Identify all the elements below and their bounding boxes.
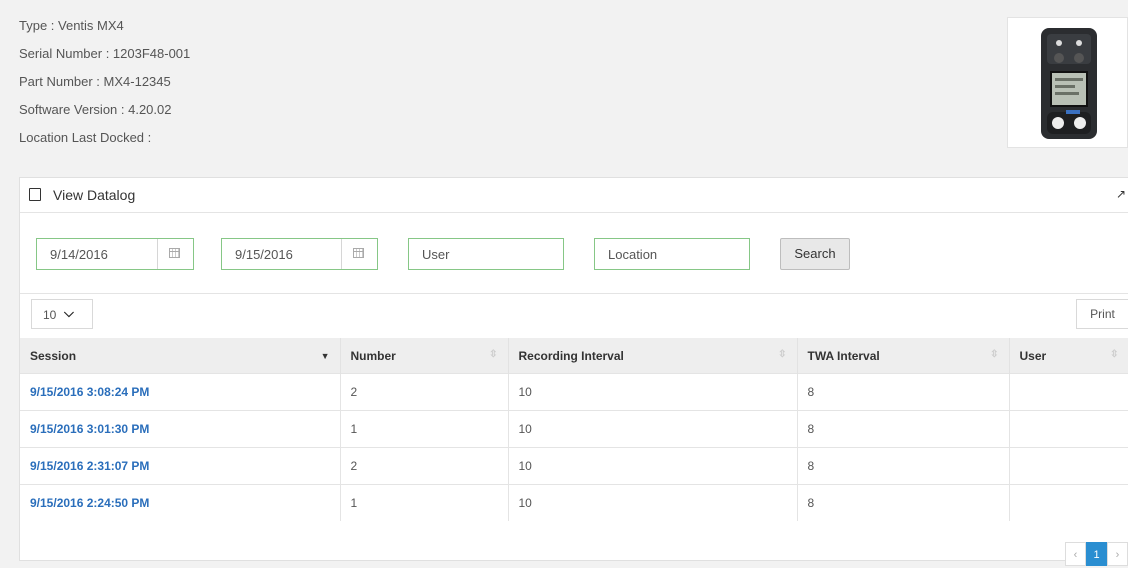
location-filter-placeholder: Location: [608, 247, 658, 262]
calendar-icon: [169, 248, 180, 258]
user-filter-input[interactable]: User: [408, 238, 564, 270]
end-date-value[interactable]: 9/15/2016: [235, 247, 293, 262]
part-number: Part Number : MX4-12345: [19, 74, 171, 89]
number-cell: 1: [340, 410, 509, 448]
session-link[interactable]: 9/15/2016 3:08:24 PM: [20, 373, 341, 411]
start-date-value[interactable]: 9/14/2016: [50, 247, 108, 262]
column-header-user[interactable]: User ⇳: [1009, 338, 1128, 374]
prev-page-button[interactable]: ‹: [1065, 542, 1086, 566]
page-size-select[interactable]: 10 ⌵: [31, 299, 93, 329]
user-cell: [1009, 484, 1128, 521]
twa-interval-cell: 8: [797, 410, 1010, 448]
session-link[interactable]: 9/15/2016 2:31:07 PM: [20, 447, 341, 485]
table-row: 9/15/2016 3:08:24 PM 2 10 8: [20, 373, 1128, 411]
column-label: User: [1019, 348, 1047, 363]
table-header-row: Session ▼ Number ⇳ Recording Interval ⇳ …: [20, 338, 1128, 374]
end-date-field[interactable]: 9/15/2016: [221, 238, 378, 270]
number-cell: 1: [340, 484, 509, 521]
recording-interval-cell: 10: [508, 484, 798, 521]
user-cell: [1009, 410, 1128, 448]
table-row: 9/15/2016 2:24:50 PM 1 10 8: [20, 484, 1128, 521]
location-last-docked: Location Last Docked :: [19, 130, 152, 145]
sort-icon: ⇳: [990, 349, 999, 360]
software-version: Software Version : 4.20.02: [19, 102, 172, 117]
start-date-calendar-button[interactable]: [157, 239, 193, 269]
device-info: Type : Ventis MX4 Serial Number : 1203F4…: [19, 12, 190, 152]
tablet-icon: [29, 188, 41, 201]
user-cell: [1009, 447, 1128, 485]
session-link[interactable]: 9/15/2016 3:01:30 PM: [20, 410, 341, 448]
twa-interval-cell: 8: [797, 373, 1010, 411]
number-cell: 2: [340, 373, 509, 411]
table-row: 9/15/2016 3:01:30 PM 1 10 8: [20, 410, 1128, 448]
table-row: 9/15/2016 2:31:07 PM 2 10 8: [20, 447, 1128, 485]
expand-icon[interactable]: ↗: [1116, 187, 1126, 201]
user-cell: [1009, 373, 1128, 411]
gas-detector-icon: [1041, 28, 1097, 139]
sort-icon: ⇳: [1110, 349, 1119, 360]
serial-number: Serial Number : 1203F48-001: [19, 46, 191, 61]
calendar-icon: [353, 248, 364, 258]
device-type: Type : Ventis MX4: [19, 18, 124, 33]
datalog-panel: View Datalog ↗ 9/14/2016 9/15/2016 User …: [19, 177, 1128, 566]
page-size-value: 10: [43, 308, 57, 322]
column-label: Session: [30, 348, 77, 363]
search-button[interactable]: Search: [780, 238, 850, 270]
panel-header: View Datalog ↗: [20, 178, 1128, 213]
column-header-number[interactable]: Number ⇳: [340, 338, 509, 374]
sort-icon: ⇳: [778, 349, 787, 360]
datalog-table: Session ▼ Number ⇳ Recording Interval ⇳ …: [20, 338, 1128, 521]
start-date-field[interactable]: 9/14/2016: [36, 238, 194, 270]
session-link[interactable]: 9/15/2016 2:24:50 PM: [20, 484, 341, 521]
filter-bar: 9/14/2016 9/15/2016 User Location Search: [20, 213, 1128, 294]
end-date-calendar-button[interactable]: [341, 239, 377, 269]
twa-interval-cell: 8: [797, 484, 1010, 521]
sort-desc-icon: ▼: [320, 351, 330, 361]
column-label: Recording Interval: [518, 348, 624, 363]
column-label: TWA Interval: [807, 348, 880, 363]
twa-interval-cell: 8: [797, 447, 1010, 485]
chevron-down-icon: ⌵: [64, 305, 74, 320]
location-filter-input[interactable]: Location: [594, 238, 750, 270]
panel-title: View Datalog: [53, 187, 136, 203]
page-1-button[interactable]: 1: [1086, 542, 1107, 566]
recording-interval-cell: 10: [508, 373, 798, 411]
recording-interval-cell: 10: [508, 447, 798, 485]
number-cell: 2: [340, 447, 509, 485]
recording-interval-cell: 10: [508, 410, 798, 448]
column-header-recording-interval[interactable]: Recording Interval ⇳: [508, 338, 798, 374]
user-filter-placeholder: User: [422, 247, 450, 262]
pagination: ‹ 1 ›: [1065, 542, 1128, 568]
device-image: [1007, 17, 1128, 148]
column-header-session[interactable]: Session ▼: [20, 338, 341, 374]
print-button[interactable]: Print: [1076, 299, 1128, 329]
next-page-button[interactable]: ›: [1107, 542, 1128, 566]
column-label: Number: [350, 348, 396, 363]
column-header-twa-interval[interactable]: TWA Interval ⇳: [797, 338, 1010, 374]
sort-icon: ⇳: [489, 349, 498, 360]
